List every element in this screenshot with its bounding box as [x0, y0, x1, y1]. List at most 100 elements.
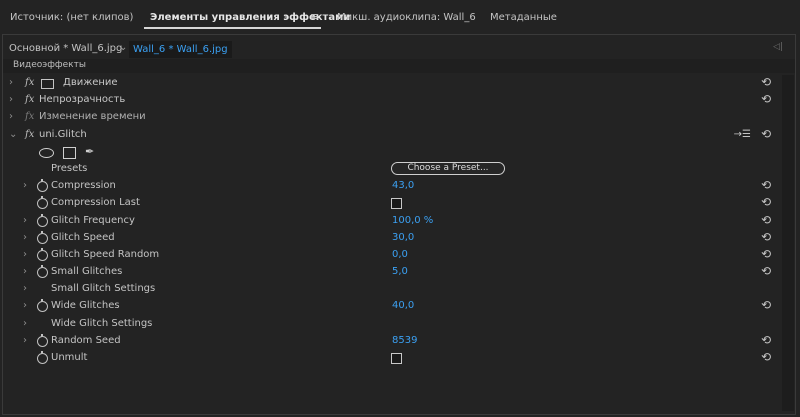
chevron-right-icon[interactable]: ›: [23, 180, 27, 191]
reset-icon[interactable]: ⟲: [761, 230, 771, 244]
param-row-compression[interactable]: › Compression 43,0 ⟲: [3, 178, 781, 195]
fx-badge[interactable]: fx: [25, 94, 34, 105]
param-row-small-glitches[interactable]: › Small Glitches 5,0 ⟲: [3, 264, 781, 281]
collapse-timeline-icon[interactable]: ◁|: [773, 42, 783, 52]
effect-name: uni.Glitch: [39, 128, 87, 140]
effect-controls-panel: Основной * Wall_6.jpg ⌄ Wall_6 * Wall_6.…: [2, 34, 796, 415]
chevron-right-icon[interactable]: ›: [23, 215, 27, 226]
tab-metadata[interactable]: Метаданные: [490, 12, 557, 23]
fx-badge[interactable]: fx: [25, 129, 34, 140]
unmult-checkbox[interactable]: [391, 353, 402, 364]
stopwatch-icon[interactable]: [37, 351, 48, 364]
reset-icon[interactable]: ⟲: [761, 195, 771, 209]
reset-icon[interactable]: ⟲: [761, 333, 771, 347]
tab-source[interactable]: Источник: (нет клипов): [10, 12, 133, 23]
param-row-random-seed[interactable]: › Random Seed 8539 ⟲: [3, 333, 781, 350]
param-value[interactable]: 0,0: [392, 249, 408, 260]
vertical-scrollbar[interactable]: [782, 75, 794, 411]
effect-row-time-remap[interactable]: › fx Изменение времени: [3, 109, 781, 126]
param-name: Small Glitches: [51, 266, 123, 278]
param-value[interactable]: 30,0: [392, 232, 414, 243]
mask-tools-row: ✒: [3, 144, 781, 161]
effect-controls-window: Источник: (нет клипов) Элементы управлен…: [0, 0, 800, 417]
param-name: Glitch Speed: [51, 231, 115, 243]
clip-header: Основной * Wall_6.jpg ⌄ Wall_6 * Wall_6.…: [3, 39, 795, 58]
panel-tab-bar: Источник: (нет клипов) Элементы управлен…: [0, 0, 800, 33]
param-row-glitch-speed-random[interactable]: › Glitch Speed Random 0,0 ⟲: [3, 247, 781, 264]
param-value[interactable]: 43,0: [392, 180, 414, 191]
chevron-right-icon[interactable]: ›: [23, 249, 27, 260]
param-row-glitch-frequency[interactable]: › Glitch Frequency 100,0 % ⟲: [3, 213, 781, 230]
stopwatch-icon[interactable]: [37, 265, 48, 279]
param-name: Wide Glitches: [51, 300, 120, 312]
fx-badge[interactable]: fx: [25, 77, 34, 88]
param-row-wide-glitches[interactable]: › Wide Glitches 40,0 ⟲: [3, 298, 781, 315]
compression-last-checkbox[interactable]: [391, 198, 402, 210]
ellipse-mask-icon[interactable]: [39, 147, 54, 158]
chevron-down-icon[interactable]: ⌄: [119, 42, 127, 53]
reset-icon[interactable]: ⟲: [761, 213, 771, 227]
param-value[interactable]: 40,0: [392, 300, 414, 311]
tab-effect-controls[interactable]: Элементы управления эффектами: [150, 12, 350, 23]
reset-icon[interactable]: ⟲: [761, 298, 771, 312]
param-value[interactable]: 5,0: [392, 266, 408, 277]
panel-menu-icon[interactable]: ≡: [310, 10, 319, 23]
active-clip-tab[interactable]: Wall_6 * Wall_6.jpg: [129, 41, 232, 58]
chevron-right-icon[interactable]: ›: [9, 111, 13, 122]
chevron-right-icon[interactable]: ›: [23, 266, 27, 277]
reset-icon[interactable]: ⟲: [761, 92, 771, 106]
param-value[interactable]: 100,0 %: [392, 215, 433, 226]
active-tab-underline: [144, 27, 321, 29]
reset-icon[interactable]: ⟲: [761, 127, 771, 141]
stopwatch-icon[interactable]: [37, 333, 48, 347]
effect-row-glitch[interactable]: ⌄ fx uni.Glitch →☰ ⟲: [3, 127, 781, 144]
reset-icon[interactable]: ⟲: [761, 264, 771, 278]
chevron-right-icon[interactable]: ›: [23, 318, 27, 329]
stopwatch-icon[interactable]: [37, 196, 48, 210]
effects-list: › fx Движение ⟲ › fx Непрозрачность ⟲ › …: [3, 75, 781, 367]
pen-mask-icon[interactable]: ✒: [85, 145, 94, 158]
chevron-right-icon[interactable]: ›: [9, 94, 13, 105]
param-name: Compression Last: [51, 197, 140, 209]
stopwatch-icon[interactable]: [37, 299, 48, 313]
rectangle-mask-icon[interactable]: [63, 146, 76, 159]
param-row-glitch-speed[interactable]: › Glitch Speed 30,0 ⟲: [3, 230, 781, 247]
tab-audio-clip-mixer[interactable]: Микш. аудиоклипа: Wall_6: [337, 12, 476, 23]
chevron-right-icon[interactable]: ›: [23, 232, 27, 243]
motion-transform-icon[interactable]: [41, 79, 54, 89]
stopwatch-icon[interactable]: [37, 247, 48, 261]
choose-preset-button[interactable]: Choose a Preset...: [391, 161, 505, 175]
chevron-down-icon[interactable]: ⌄: [9, 129, 17, 140]
param-row-compression-last[interactable]: Compression Last ⟲: [3, 195, 781, 212]
param-row-wide-glitch-settings[interactable]: › Wide Glitch Settings: [3, 316, 781, 333]
param-value[interactable]: 8539: [392, 335, 417, 346]
effect-row-motion[interactable]: › fx Движение ⟲: [3, 75, 781, 92]
chevron-right-icon[interactable]: ›: [23, 283, 27, 294]
param-row-small-glitch-settings[interactable]: › Small Glitch Settings: [3, 281, 781, 298]
stopwatch-icon[interactable]: [37, 230, 48, 244]
reset-icon[interactable]: ⟲: [761, 178, 771, 192]
presets-label: Presets: [51, 162, 88, 174]
effect-name: Непрозрачность: [39, 94, 126, 106]
param-name: Unmult: [51, 352, 88, 363]
chevron-right-icon[interactable]: ›: [9, 77, 13, 88]
reset-icon[interactable]: ⟲: [761, 75, 771, 89]
reset-icon[interactable]: ⟲: [761, 247, 771, 261]
param-name: Random Seed: [51, 334, 121, 346]
chevron-right-icon[interactable]: ›: [23, 335, 27, 346]
param-name: Compression: [51, 180, 116, 192]
section-label: Видеоэффекты: [13, 60, 86, 70]
stopwatch-icon[interactable]: [37, 179, 48, 193]
stopwatch-icon[interactable]: [37, 213, 48, 227]
param-name: Wide Glitch Settings: [51, 317, 153, 329]
video-effects-section: Видеоэффекты: [3, 59, 795, 73]
param-name: Glitch Frequency: [51, 214, 135, 226]
add-to-layer-icon[interactable]: →☰: [734, 129, 751, 140]
param-name: Glitch Speed Random: [51, 248, 160, 260]
reset-icon[interactable]: ⟲: [761, 350, 771, 364]
master-clip-label[interactable]: Основной * Wall_6.jpg: [9, 43, 122, 54]
chevron-right-icon[interactable]: ›: [23, 300, 27, 311]
param-row-unmult[interactable]: Unmult ⟲: [3, 350, 781, 367]
effect-row-opacity[interactable]: › fx Непрозрачность ⟲: [3, 92, 781, 109]
effect-name: Изменение времени: [39, 111, 146, 123]
